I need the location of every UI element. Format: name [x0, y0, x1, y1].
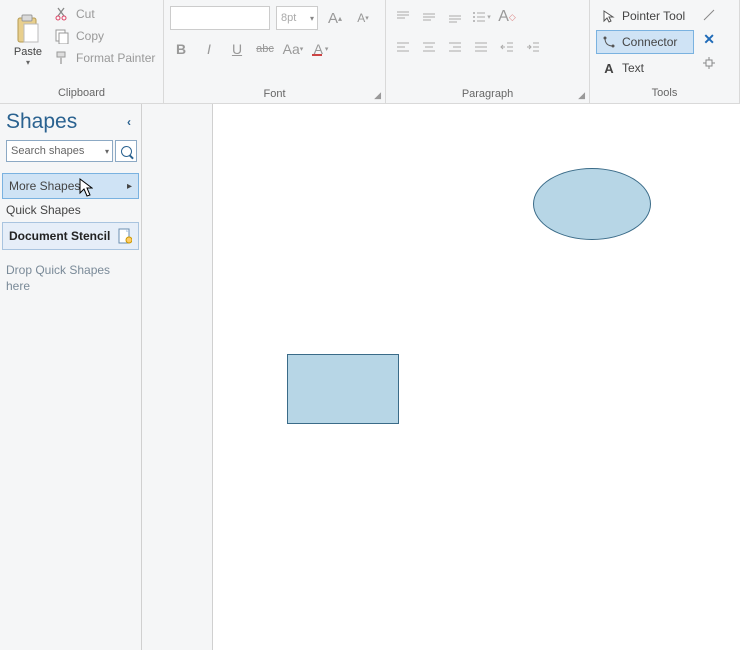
connector-icon — [601, 34, 617, 50]
justify-button[interactable] — [470, 36, 492, 58]
paragraph-dialog-launcher-icon[interactable]: ◢ — [392, 90, 585, 101]
search-placeholder: Search shapes — [11, 145, 84, 157]
document-stencil-icon — [118, 228, 132, 244]
font-color-button[interactable]: A▾ — [310, 38, 332, 60]
quick-shapes-item[interactable]: Quick Shapes — [0, 198, 141, 222]
text-tool-label: Text — [622, 61, 644, 75]
copy-icon — [54, 28, 70, 44]
document-stencil-label: Document Stencil — [9, 229, 110, 243]
more-shapes-label: More Shapes — [9, 179, 80, 193]
text-tool-button[interactable]: A Text — [596, 56, 694, 80]
search-dropdown-icon: ▾ — [105, 147, 109, 156]
align-top-button[interactable] — [392, 6, 414, 28]
group-tools: Pointer Tool Connector A Text ✕ Tools — [590, 0, 740, 103]
align-bottom-button[interactable] — [444, 6, 466, 28]
close-tool-button[interactable]: ✕ — [700, 28, 718, 50]
group-font: 8pt A▴ A▾ B I U abc Aa▾ A▾ Font ◢ — [164, 0, 386, 103]
drawing-canvas[interactable] — [212, 104, 740, 650]
change-case-button[interactable]: Aa▾ — [282, 38, 304, 60]
rectangle-shape[interactable] — [287, 354, 399, 424]
line-tool-button[interactable] — [700, 4, 718, 26]
paste-dropdown-icon: ▾ — [26, 58, 30, 67]
canvas-gutter — [142, 104, 212, 650]
text-tool-icon: A — [601, 60, 617, 76]
increase-indent-button[interactable] — [522, 36, 544, 58]
format-painter-label: Format Painter — [76, 51, 155, 65]
cut-label: Cut — [76, 7, 95, 21]
cut-icon — [54, 6, 70, 22]
copy-label: Copy — [76, 29, 104, 43]
pointer-tool-label: Pointer Tool — [622, 9, 685, 23]
underline-button[interactable]: U — [226, 38, 248, 60]
search-icon — [121, 146, 132, 157]
increase-font-size-button[interactable]: A▴ — [324, 7, 346, 29]
italic-button[interactable]: I — [198, 38, 220, 60]
format-painter-icon — [54, 50, 70, 66]
pointer-icon — [601, 8, 617, 24]
font-size-combo[interactable]: 8pt — [276, 6, 318, 30]
font-dialog-launcher-icon[interactable]: ◢ — [170, 90, 381, 101]
more-shapes-item[interactable]: More Shapes ▸ — [2, 173, 139, 199]
paste-icon — [13, 14, 43, 44]
align-middle-button[interactable] — [418, 6, 440, 28]
connector-tool-label: Connector — [622, 35, 677, 49]
shapes-pane: Shapes ‹ Search shapes ▾ More Shapes ▸ Q… — [0, 104, 142, 650]
font-family-combo[interactable] — [170, 6, 270, 30]
decrease-font-size-button[interactable]: A▾ — [352, 7, 374, 29]
chevron-right-icon: ▸ — [127, 181, 132, 192]
pointer-tool-button[interactable]: Pointer Tool — [596, 4, 694, 28]
format-painter-button[interactable]: Format Painter — [54, 50, 155, 66]
close-icon: ✕ — [703, 31, 715, 48]
collapse-pane-button[interactable]: ‹ — [127, 115, 131, 129]
cursor-icon — [79, 178, 93, 198]
shapes-pane-title: Shapes — [6, 110, 77, 134]
group-clipboard-label: Clipboard — [6, 85, 157, 101]
search-button[interactable] — [115, 140, 137, 162]
main-area: Shapes ‹ Search shapes ▾ More Shapes ▸ Q… — [0, 104, 740, 650]
ribbon: Paste ▾ Cut Copy — [0, 0, 740, 104]
search-shapes-input[interactable]: Search shapes ▾ — [6, 140, 113, 162]
decrease-indent-button[interactable] — [496, 36, 518, 58]
quick-shapes-label: Quick Shapes — [6, 203, 81, 217]
document-stencil-item[interactable]: Document Stencil — [2, 222, 139, 250]
align-center-button[interactable] — [418, 36, 440, 58]
bold-button[interactable]: B — [170, 38, 192, 60]
connector-tool-button[interactable]: Connector — [596, 30, 694, 54]
cut-button[interactable]: Cut — [54, 6, 155, 22]
align-left-button[interactable] — [392, 36, 414, 58]
bullets-button[interactable]: ▾ — [470, 6, 492, 28]
copy-button[interactable]: Copy — [54, 28, 155, 44]
connection-point-button[interactable] — [700, 52, 718, 74]
ellipse-shape[interactable] — [533, 168, 651, 240]
group-tools-label: Tools — [596, 85, 733, 101]
drop-quick-shapes-hint: Drop Quick Shapes here — [0, 250, 141, 294]
group-paragraph: ▾ A◇ Paragraph ◢ — [386, 0, 590, 103]
group-clipboard: Paste ▾ Cut Copy — [0, 0, 164, 103]
paste-label: Paste — [14, 46, 42, 58]
paste-button[interactable]: Paste ▾ — [6, 4, 50, 76]
strikethrough-button[interactable]: abc — [254, 38, 276, 60]
align-right-button[interactable] — [444, 36, 466, 58]
clear-formatting-button[interactable]: A◇ — [496, 6, 518, 28]
